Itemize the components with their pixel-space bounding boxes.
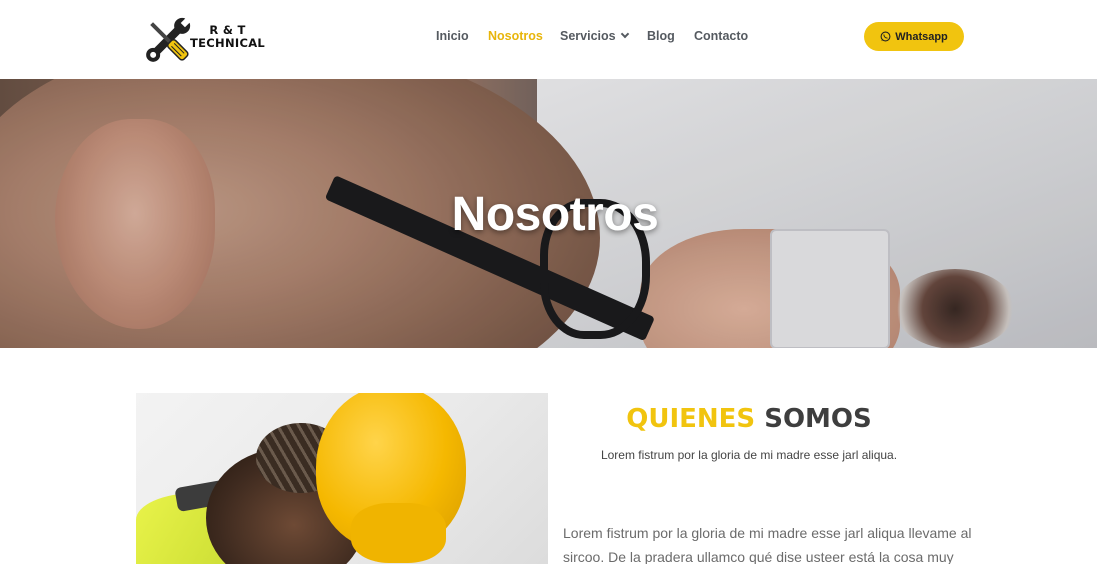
nav-item-servicios-label: Servicios <box>560 29 616 43</box>
nav-item-contacto[interactable]: Contacto <box>694 29 748 43</box>
about-body: Lorem fistrum por la gloria de mi madre … <box>563 521 973 564</box>
chevron-down-icon <box>620 29 629 39</box>
nav-item-inicio[interactable]: Inicio <box>436 29 469 43</box>
nav-item-servicios[interactable]: Servicios <box>560 29 629 43</box>
about-heading: QUIENES SOMOS <box>562 404 936 434</box>
whatsapp-button[interactable]: Whatsapp <box>864 22 964 51</box>
about-heading-rest: SOMOS <box>764 404 872 434</box>
logo-line2: TECHNICAL <box>190 36 266 50</box>
whatsapp-button-label: Whatsapp <box>895 30 948 43</box>
about-body-line: sircoo. De la pradera ullamco qué dise u… <box>563 549 954 564</box>
about-subtitle: Lorem fistrum por la gloria de mi madre … <box>600 448 898 462</box>
about-heading-highlight: QUIENES <box>626 404 756 434</box>
site-logo[interactable]: R & T TECHNICAL <box>142 14 265 68</box>
about-body-line: Lorem fistrum por la gloria de mi madre … <box>563 525 972 541</box>
hero-banner: Nosotros <box>0 79 1097 348</box>
nav-item-blog[interactable]: Blog <box>647 29 675 43</box>
site-header: R & T TECHNICAL Inicio Nosotros Servicio… <box>0 0 1097 79</box>
about-image <box>136 393 548 564</box>
logo-text: R & T TECHNICAL <box>190 24 265 50</box>
page-title: Nosotros <box>451 188 659 241</box>
whatsapp-icon <box>880 31 891 42</box>
about-img-helmet-brim <box>351 503 446 563</box>
nav-item-nosotros[interactable]: Nosotros <box>488 29 543 43</box>
